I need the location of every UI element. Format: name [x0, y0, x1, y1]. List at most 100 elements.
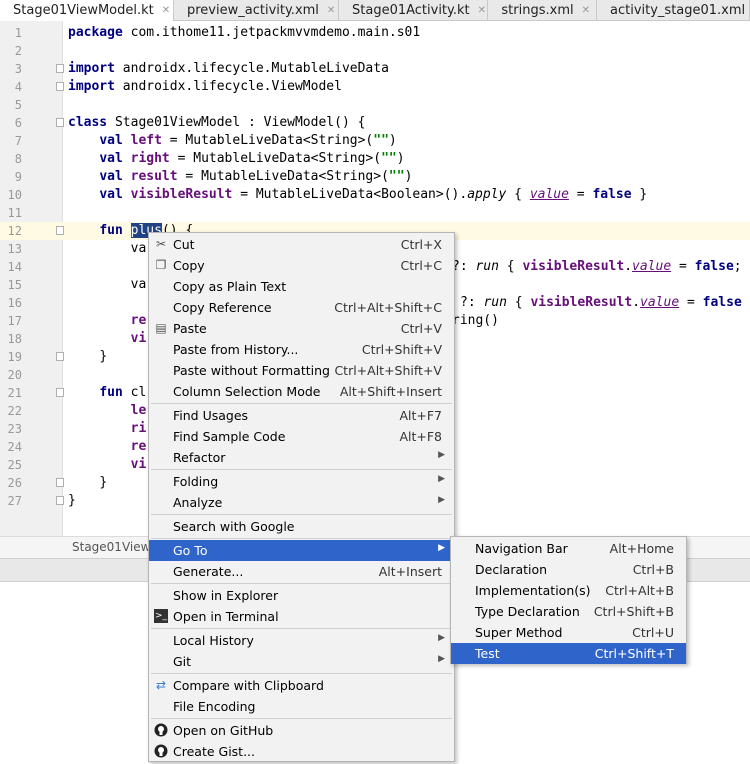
tab-stage01activity-kt[interactable]: c Stage01Activity.kt ✕: [339, 0, 488, 20]
property-name: vi: [130, 457, 147, 472]
menu-item-shortcut: Alt+F7: [399, 408, 442, 423]
code-text: ?:: [452, 259, 476, 274]
close-icon[interactable]: ✕: [478, 5, 486, 16]
menu-item-paste-without-formatting[interactable]: Paste without Formatting Ctrl+Alt+Shift+…: [149, 360, 454, 381]
fold-marker-icon[interactable]: [56, 82, 64, 91]
menu-item-show-in-explorer[interactable]: Show in Explorer: [149, 585, 454, 606]
property-name: ri: [130, 421, 147, 436]
submenu-arrow-icon: ▶: [438, 450, 445, 460]
fold-marker-icon[interactable]: [56, 118, 64, 127]
code-text: }: [631, 187, 648, 202]
fold-marker-icon[interactable]: [56, 64, 64, 73]
close-icon[interactable]: ✕: [582, 5, 590, 16]
keyword: val: [99, 169, 123, 184]
menu-item-git[interactable]: Git ▶: [149, 651, 454, 672]
menu-separator: [151, 514, 452, 515]
menu-item-label: Declaration: [475, 562, 548, 577]
code-text: {: [506, 295, 531, 310]
menu-item-label: Refactor: [173, 450, 226, 465]
menu-item-open-on-github[interactable]: Open on GitHub: [149, 720, 454, 741]
menu-item-refactor[interactable]: Refactor ▶: [149, 447, 454, 468]
menu-item-implementations[interactable]: Implementation(s) Ctrl+Alt+B: [451, 580, 686, 601]
menu-item-copy-reference[interactable]: Copy Reference Ctrl+Alt+Shift+C: [149, 297, 454, 318]
close-icon[interactable]: ✕: [327, 5, 335, 16]
menu-item-folding[interactable]: Folding ▶: [149, 471, 454, 492]
menu-item-copy-as-plain-text[interactable]: Copy as Plain Text: [149, 276, 454, 297]
menu-item-label: Paste: [173, 321, 207, 336]
menu-item-shortcut: Alt+Home: [609, 541, 674, 556]
menu-item-declaration[interactable]: Declaration Ctrl+B: [451, 559, 686, 580]
menu-item-file-encoding[interactable]: File Encoding: [149, 696, 454, 717]
menu-item-go-to[interactable]: Go To ▶: [149, 540, 454, 561]
menu-item-label: Create Gist...: [173, 744, 256, 759]
code-line: 10 val visibleResult = MutableLiveData<B…: [0, 186, 750, 204]
line-number: 2: [14, 44, 22, 58]
menu-item-super-method[interactable]: Super Method Ctrl+U: [451, 622, 686, 643]
property-name: value: [640, 295, 680, 310]
fold-marker-icon[interactable]: [56, 388, 64, 397]
code-text: }: [99, 475, 108, 490]
code-text: ): [404, 169, 413, 184]
line-number: 24: [7, 440, 22, 454]
menu-item-column-selection-mode[interactable]: Column Selection Mode Alt+Shift+Insert: [149, 381, 454, 402]
property-name: visibleResult: [530, 295, 633, 310]
code-text: }: [99, 349, 108, 364]
menu-item-shortcut: Ctrl+X: [400, 237, 442, 252]
property-name: le: [130, 403, 147, 418]
menu-item-test[interactable]: Test Ctrl+Shift+T: [451, 643, 686, 664]
menu-item-shortcut: Alt+F8: [399, 429, 442, 444]
menu-item-label: Copy Reference: [173, 300, 272, 315]
property-name: left: [130, 133, 162, 148]
tab-activity-stage01-xml[interactable]: activity_stage01.xml: [597, 0, 750, 20]
tab-label: Stage01Activity.kt: [352, 2, 470, 18]
line-number: 18: [7, 332, 22, 346]
menu-item-local-history[interactable]: Local History ▶: [149, 630, 454, 651]
tab-label: activity_stage01.xml: [610, 2, 746, 18]
submenu-arrow-icon: ▶: [438, 633, 445, 643]
menu-item-search-with-google[interactable]: Search with Google: [149, 516, 454, 537]
keyword: false: [592, 187, 632, 202]
menu-item-label: Type Declaration: [475, 604, 580, 619]
menu-item-label: Analyze: [173, 495, 223, 510]
tab-stage01viewmodel-kt[interactable]: c Stage01ViewModel.kt ✕: [0, 0, 174, 21]
menu-item-label: Copy: [173, 258, 205, 273]
menu-item-cut[interactable]: ✂ Cut Ctrl+X: [149, 234, 454, 255]
menu-item-compare-with-clipboard[interactable]: ⇄ Compare with Clipboard: [149, 675, 454, 696]
function-call: run: [483, 295, 507, 310]
line-number: 23: [7, 422, 22, 436]
menu-item-type-declaration[interactable]: Type Declaration Ctrl+Shift+B: [451, 601, 686, 622]
menu-item-analyze[interactable]: Analyze ▶: [149, 492, 454, 513]
line-number: 14: [7, 260, 22, 274]
keyword: import: [68, 61, 115, 76]
code-text: = MutableLiveData<Boolean>().: [232, 187, 468, 202]
string-literal: "": [381, 151, 397, 166]
line-number: 15: [7, 278, 22, 292]
menu-item-navigation-bar[interactable]: Navigation Bar Alt+Home: [451, 538, 686, 559]
menu-item-shortcut: Ctrl+Alt+Shift+V: [334, 363, 442, 378]
menu-item-find-sample-code[interactable]: Find Sample Code Alt+F8: [149, 426, 454, 447]
menu-item-label: Navigation Bar: [475, 541, 568, 556]
code-text: ?:: [460, 295, 484, 310]
line-number: 6: [14, 116, 22, 130]
line-number: 7: [14, 134, 22, 148]
menu-item-copy[interactable]: ❐ Copy Ctrl+C: [149, 255, 454, 276]
paste-icon: ▤: [155, 321, 167, 335]
close-icon[interactable]: ✕: [162, 5, 170, 16]
tab-preview-activity-xml[interactable]: preview_activity.xml ✕: [174, 0, 339, 20]
menu-item-create-gist[interactable]: Create Gist...: [149, 741, 454, 762]
fold-marker-icon[interactable]: [56, 478, 64, 487]
menu-item-shortcut: Ctrl+Shift+T: [594, 646, 674, 661]
code-line: 3 import androidx.lifecycle.MutableLiveD…: [0, 60, 750, 78]
fold-marker-icon[interactable]: [56, 226, 64, 235]
tab-strings-xml[interactable]: strings.xml ✕: [488, 0, 597, 20]
menu-item-generate[interactable]: Generate... Alt+Insert: [149, 561, 454, 582]
menu-item-open-in-terminal[interactable]: >_ Open in Terminal: [149, 606, 454, 627]
code-text: va: [130, 277, 147, 292]
fold-marker-icon[interactable]: [56, 352, 64, 361]
menu-item-paste[interactable]: ▤ Paste Ctrl+V: [149, 318, 454, 339]
menu-item-paste-from-history[interactable]: Paste from History... Ctrl+Shift+V: [149, 339, 454, 360]
fold-marker-icon[interactable]: [56, 496, 64, 505]
menu-item-label: Git: [173, 654, 192, 669]
line-number: 21: [7, 386, 22, 400]
menu-item-find-usages[interactable]: Find Usages Alt+F7: [149, 405, 454, 426]
